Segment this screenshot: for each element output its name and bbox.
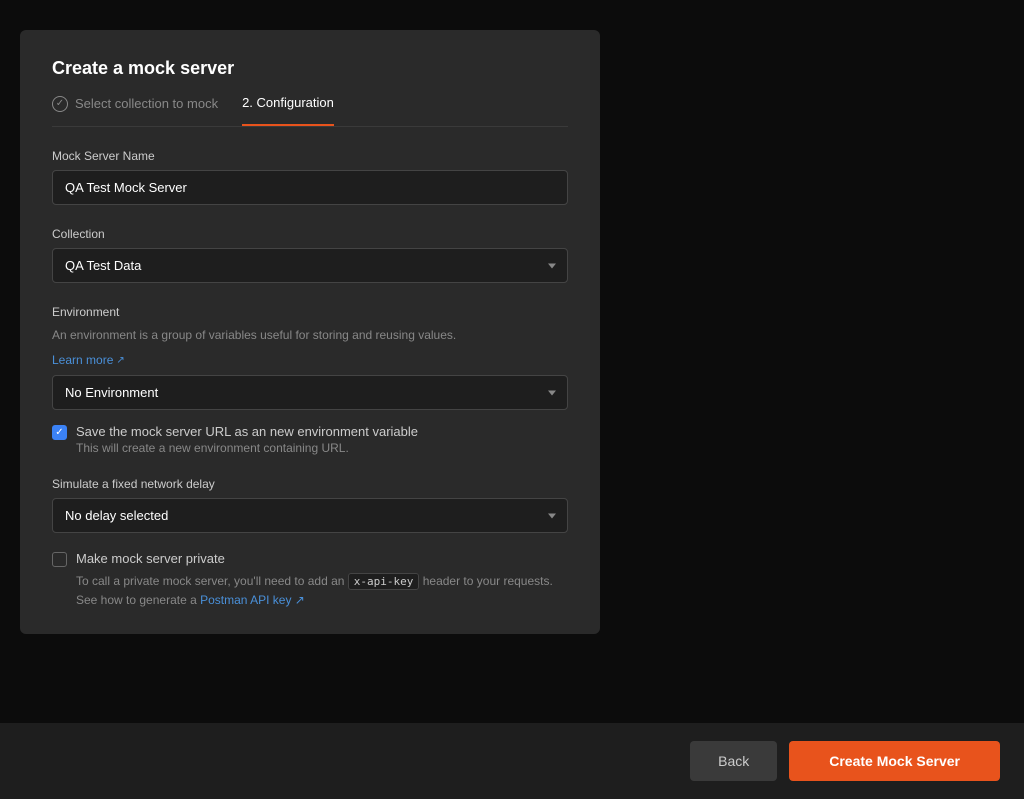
postman-api-key-link[interactable]: Postman API key ↗ — [200, 593, 305, 607]
modal-container: Create a mock server ✓ Select collection… — [20, 30, 600, 634]
mock-server-name-input[interactable] — [52, 170, 568, 205]
step-configuration-label: 2. Configuration — [242, 95, 334, 110]
back-button[interactable]: Back — [690, 741, 777, 781]
modal-title: Create a mock server — [52, 58, 568, 79]
network-delay-select-wrapper: No delay selected — [52, 498, 568, 533]
api-key-code: x-api-key — [348, 573, 420, 590]
environment-select[interactable]: No Environment — [52, 375, 568, 410]
network-delay-section: Simulate a fixed network delay No delay … — [52, 477, 568, 533]
private-desc-prefix: To call a private mock server, you'll ne… — [76, 574, 348, 588]
save-url-checkbox[interactable]: ✓ — [52, 425, 67, 440]
mock-server-name-label: Mock Server Name — [52, 149, 568, 163]
steps-navigation: ✓ Select collection to mock 2. Configura… — [52, 95, 568, 127]
save-url-checkbox-row: ✓ Save the mock server URL as an new env… — [52, 424, 568, 455]
save-url-label-group: Save the mock server URL as an new envir… — [76, 424, 418, 455]
environment-select-wrapper: No Environment — [52, 375, 568, 410]
step-select-collection[interactable]: ✓ Select collection to mock — [52, 96, 218, 126]
save-url-label: Save the mock server URL as an new envir… — [76, 424, 418, 439]
environment-description: An environment is a group of variables u… — [52, 326, 568, 344]
step-select-collection-label: Select collection to mock — [75, 96, 218, 111]
make-private-row: Make mock server private To call a priva… — [52, 551, 568, 610]
learn-more-link[interactable]: Learn more — [52, 353, 125, 367]
collection-section: Collection QA Test Data — [52, 227, 568, 283]
network-delay-select[interactable]: No delay selected — [52, 498, 568, 533]
make-private-checkbox[interactable] — [52, 552, 67, 567]
collection-label: Collection — [52, 227, 568, 241]
make-private-label-group: Make mock server private To call a priva… — [76, 551, 568, 610]
environment-section: Environment An environment is a group of… — [52, 305, 568, 410]
checkbox-check-icon: ✓ — [55, 428, 63, 438]
make-private-description: To call a private mock server, you'll ne… — [76, 572, 568, 610]
create-mock-server-button[interactable]: Create Mock Server — [789, 741, 1000, 781]
collection-select[interactable]: QA Test Data — [52, 248, 568, 283]
network-delay-label: Simulate a fixed network delay — [52, 477, 568, 491]
step-check-icon: ✓ — [52, 96, 68, 112]
save-url-sublabel: This will create a new environment conta… — [76, 441, 418, 455]
environment-label: Environment — [52, 305, 568, 319]
collection-select-wrapper: QA Test Data — [52, 248, 568, 283]
step-configuration[interactable]: 2. Configuration — [242, 95, 334, 126]
modal-overlay: Create a mock server ✓ Select collection… — [0, 0, 1024, 799]
footer-buttons: Back Create Mock Server — [0, 723, 1024, 799]
mock-server-name-section: Mock Server Name — [52, 149, 568, 205]
make-private-label: Make mock server private — [76, 551, 568, 566]
